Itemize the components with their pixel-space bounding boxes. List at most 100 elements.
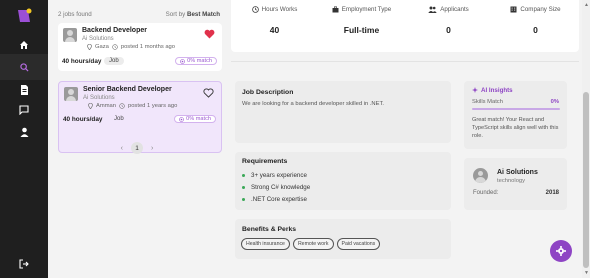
sort-control[interactable]: Sort by Best Match: [166, 11, 220, 18]
stats-bar: Hours Works 40 Employment Type Full-time…: [231, 0, 579, 52]
building-icon: [510, 6, 517, 13]
scrollbar-thumb[interactable]: [583, 92, 589, 268]
stat-employment-type: Employment Type Full-time: [318, 0, 405, 52]
list-item: Strong C# knowledge: [242, 181, 310, 193]
jobs-count: 2 jobs found: [58, 11, 92, 18]
job-list-header: 2 jobs found Sort by Best Match: [58, 9, 220, 21]
job-meta: Gaza posted 1 months ago: [87, 44, 175, 50]
page-button-current[interactable]: 1: [131, 142, 143, 154]
match-text: 0% match: [187, 58, 212, 64]
stat-company-size: Company Size 0: [492, 0, 579, 52]
settings-fab-button[interactable]: [550, 240, 572, 262]
benefit-chips: Health insurance Remote work Paid vacati…: [241, 238, 381, 250]
favorite-heart-filled-icon[interactable]: [204, 29, 215, 39]
job-list-panel: 2 jobs found Sort by Best Match Backend …: [48, 0, 226, 278]
skills-match-label: Skills Match: [472, 99, 503, 105]
benefits-section: Benefits & Perks Health insurance Remote…: [235, 219, 451, 259]
page-scrollbar[interactable]: ▲ ▼: [582, 0, 590, 278]
requirements-section: Requirements 3+ years experience Strong …: [235, 152, 451, 210]
next-page-button[interactable]: ›: [151, 145, 153, 152]
benefit-chip: Paid vacations: [336, 238, 381, 250]
company-name[interactable]: Ai Solutions: [497, 169, 538, 176]
stat-value: 0: [446, 25, 451, 35]
gear-icon: [556, 246, 566, 256]
skills-match-value: 0%: [550, 99, 559, 105]
company-avatar: [473, 168, 488, 183]
clock-icon: [119, 103, 125, 109]
sparkle-icon: [472, 87, 478, 93]
job-location: Gaza: [95, 44, 109, 50]
scroll-down-arrow-icon[interactable]: ▼: [584, 270, 589, 276]
app-logo-icon[interactable]: [15, 7, 33, 25]
company-logo: [63, 28, 77, 42]
logout-icon: [19, 259, 29, 269]
stat-value: Full-time: [343, 25, 380, 35]
job-posted: posted 1 months ago: [120, 44, 176, 50]
match-text: 0% match: [186, 116, 211, 122]
chat-icon: [19, 105, 29, 115]
list-item: 3+ years experience: [242, 169, 310, 181]
location-pin-icon: [87, 44, 92, 50]
job-hours: 40 hours/day: [62, 58, 102, 65]
company-logo: [64, 87, 78, 101]
job-company: Ai Solutions: [83, 95, 115, 101]
sort-label: Sort by: [165, 11, 186, 18]
location-pin-icon: [88, 103, 93, 109]
founded-label: Founded:: [473, 190, 499, 196]
job-meta: Amman posted 1 years ago: [88, 103, 177, 109]
stat-label: Hours Works: [261, 6, 298, 13]
company-industry: technology: [497, 178, 526, 184]
stat-label: Employment Type: [341, 6, 392, 13]
sort-value[interactable]: Best Match: [187, 11, 220, 18]
job-description-section: Job Description We are looking for a bac…: [235, 81, 451, 143]
favorite-heart-outline-icon[interactable]: [203, 88, 214, 98]
job-posted: posted 1 years ago: [127, 103, 178, 109]
job-type-badge: Job: [114, 116, 124, 122]
stat-value: 40: [269, 25, 280, 35]
requirement-text: Strong C# knowledge: [251, 183, 311, 191]
stat-label: Company Size: [520, 6, 561, 13]
list-item: .NET Core expertise: [242, 193, 310, 205]
stat-label: Applicants: [440, 6, 469, 13]
section-title: Benefits & Perks: [242, 226, 297, 233]
clock-icon: [112, 44, 118, 50]
job-location: Amman: [96, 103, 116, 109]
job-title: Senior Backend Developer: [83, 86, 172, 93]
requirements-list: 3+ years experience Strong C# knowledge …: [242, 169, 310, 205]
section-divider: [231, 61, 579, 62]
briefcase-icon: [332, 6, 339, 13]
stat-hours: Hours Works 40: [231, 0, 318, 52]
bullet-dot: [242, 185, 245, 189]
requirement-text: 3+ years experience: [251, 171, 307, 179]
sidebar-item-profile[interactable]: [0, 119, 48, 145]
search-icon: [19, 62, 29, 72]
company-card: Ai Solutions technology Founded: 2018: [464, 158, 567, 210]
match-badge: 0% match: [174, 115, 216, 123]
ai-insights-card: AI Insights Skills Match 0% Great match!…: [464, 81, 567, 149]
document-icon: [20, 85, 28, 95]
clock-icon: [251, 6, 259, 13]
sidebar: [0, 0, 48, 278]
founded-value: 2018: [545, 190, 559, 196]
job-title: Backend Developer: [82, 27, 147, 34]
bullet-dot: [242, 197, 245, 201]
job-hours: 40 hours/day: [63, 116, 103, 123]
job-card[interactable]: Backend Developer Ai Solutions Gaza post…: [58, 23, 222, 71]
user-icon: [20, 127, 28, 137]
stat-applicants: Applicants 0: [405, 0, 492, 52]
ai-insights-text: Great match! Your React and TypeScript s…: [472, 117, 559, 139]
job-type-badge: Job: [104, 57, 124, 65]
section-title: Requirements: [242, 158, 288, 165]
job-detail-panel: Hours Works 40 Employment Type Full-time…: [226, 0, 582, 278]
target-icon: [180, 58, 185, 64]
prev-page-button[interactable]: ‹: [121, 145, 123, 152]
bullet-dot: [242, 173, 245, 177]
stat-value: 0: [533, 25, 538, 35]
requirement-text: .NET Core expertise: [251, 195, 307, 203]
description-text: We are looking for a backend developer s…: [242, 101, 384, 107]
target-icon: [179, 116, 184, 122]
users-icon: [428, 6, 437, 13]
scroll-up-arrow-icon[interactable]: ▲: [584, 2, 589, 8]
sidebar-item-logout[interactable]: [0, 251, 48, 277]
home-icon: [20, 41, 28, 49]
